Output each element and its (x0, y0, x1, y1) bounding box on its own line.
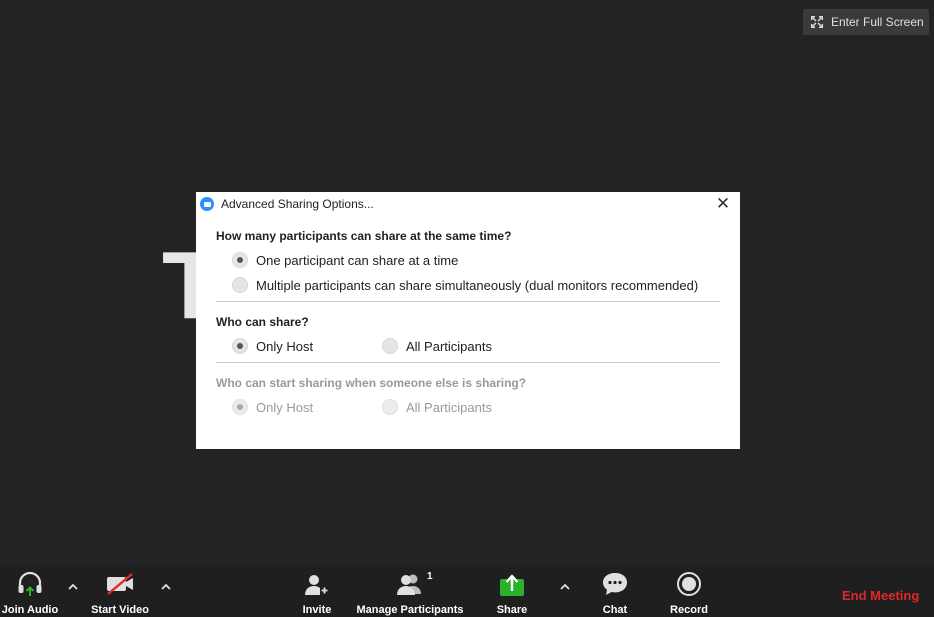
radio-all-participants[interactable]: All Participants (382, 338, 492, 354)
close-icon[interactable]: ✕ (714, 194, 732, 214)
radio-label: All Participants (406, 338, 492, 354)
radio-only-host-disabled: Only Host (232, 399, 382, 415)
start-video-button[interactable]: Start Video (86, 566, 154, 617)
chevron-up-icon[interactable] (159, 580, 173, 594)
invite-button[interactable]: Invite (296, 566, 338, 617)
radio-label: Only Host (256, 338, 314, 354)
zoom-logo-icon (200, 197, 214, 211)
fullscreen-icon (811, 16, 823, 28)
record-button[interactable]: Record (666, 566, 712, 617)
who-can-start-sharing-question: Who can start sharing when someone else … (216, 376, 527, 390)
radio-label: Multiple participants can share simultan… (256, 277, 699, 293)
advanced-sharing-dialog: Advanced Sharing Options... ✕ How many p… (196, 192, 740, 449)
start-video-label: Start Video (91, 604, 149, 616)
radio-multiple-participants[interactable]: Multiple participants can share simultan… (216, 277, 720, 293)
share-label: Share (496, 604, 528, 616)
enter-full-screen-label: Enter Full Screen (831, 15, 924, 29)
radio-only-host[interactable]: Only Host (232, 338, 382, 354)
share-button[interactable]: Share (490, 566, 534, 617)
record-icon (677, 572, 701, 596)
radio-label: Only Host (256, 399, 314, 415)
participant-count-badge: 1 (427, 571, 433, 582)
headphones-icon (18, 571, 42, 596)
share-count-question: How many participants can share at the s… (216, 229, 512, 243)
dialog-titlebar: Advanced Sharing Options... ✕ (196, 192, 740, 216)
who-can-share-question: Who can share? (216, 315, 309, 329)
radio-label: One participant can share at a time (256, 252, 459, 268)
enter-full-screen-button[interactable]: Enter Full Screen (803, 9, 929, 35)
manage-participants-button[interactable]: 1 Manage Participants (352, 566, 468, 617)
share-screen-icon (500, 574, 524, 596)
radio-unselected-icon (382, 399, 398, 415)
radio-one-participant[interactable]: One participant can share at a time (216, 252, 720, 268)
divider (216, 301, 720, 302)
chat-label: Chat (602, 604, 628, 616)
participants-icon (397, 574, 421, 595)
invite-label: Invite (302, 604, 332, 616)
radio-unselected-icon[interactable] (232, 277, 248, 293)
radio-unselected-icon[interactable] (382, 338, 398, 354)
chat-button[interactable]: Chat (594, 566, 636, 617)
chevron-up-icon[interactable] (66, 580, 80, 594)
chat-icon (603, 573, 627, 595)
join-audio-label: Join Audio (1, 604, 59, 616)
manage-participants-label: Manage Participants (356, 604, 464, 616)
radio-selected-icon (232, 399, 248, 415)
record-label: Record (670, 604, 708, 616)
dialog-title: Advanced Sharing Options... (221, 197, 374, 211)
join-audio-button[interactable]: Join Audio (0, 566, 60, 617)
end-meeting-button[interactable]: End Meeting (842, 588, 919, 603)
divider (216, 362, 720, 363)
radio-selected-icon[interactable] (232, 338, 248, 354)
meeting-toolbar: Join Audio Start Video Invite 1 Manage P… (0, 566, 934, 617)
radio-label: All Participants (406, 399, 492, 415)
video-off-icon (107, 573, 133, 595)
radio-all-participants-disabled: All Participants (382, 399, 492, 415)
add-user-icon (305, 575, 329, 595)
chevron-up-icon[interactable] (558, 580, 572, 594)
radio-selected-icon[interactable] (232, 252, 248, 268)
